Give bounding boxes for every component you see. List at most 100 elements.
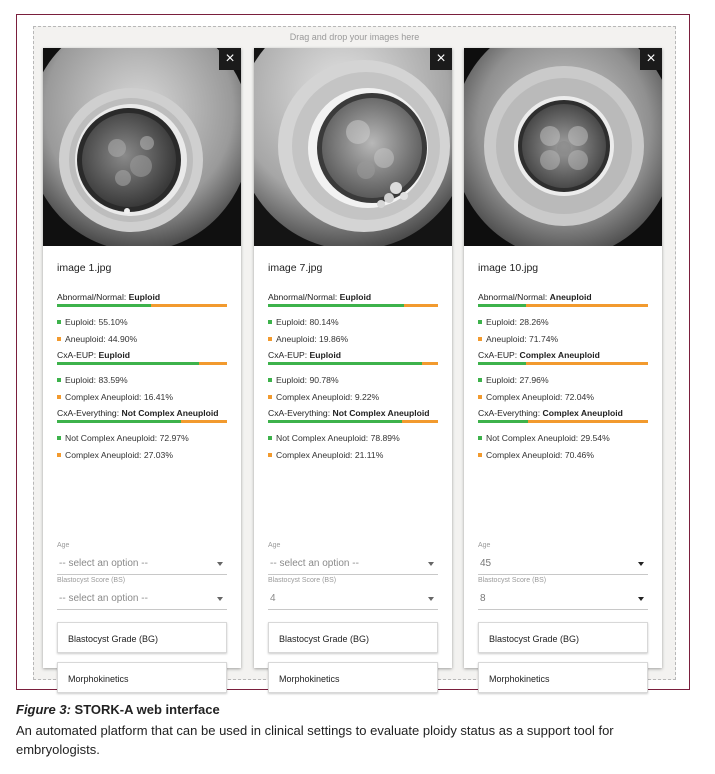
morphokinetics-button[interactable]: Morphokinetics <box>57 662 227 693</box>
probability-item: Complex Aneuploid: 72.04% <box>478 392 594 402</box>
embryo-image-1 <box>43 48 241 246</box>
orange-square-icon <box>478 337 482 341</box>
orange-square-icon <box>478 395 482 399</box>
cxa-everything-probability-bar <box>268 420 438 423</box>
probability-item: Euploid: 90.78% <box>268 375 339 385</box>
blastocyst-score-value: 8 <box>480 593 486 604</box>
blastocyst-score-label: Blastocyst Score (BS) <box>268 577 337 584</box>
probability-item: Euploid: 28.26% <box>478 317 549 327</box>
cxa-everything-section-title: CxA-Everything: Complex Aneuploid <box>478 408 623 418</box>
blastocyst-score-label: Blastocyst Score (BS) <box>57 577 126 584</box>
green-square-icon <box>268 320 272 324</box>
embryo-card-3: × image 10.jpg Abnormal/Normal: Aneuploi… <box>464 48 662 693</box>
probability-item: Euploid: 55.10% <box>57 317 128 327</box>
cxa-eup-section-title: CxA-EUP: Complex Aneuploid <box>478 350 600 360</box>
probability-item: Complex Aneuploid: 16.41% <box>57 392 173 402</box>
probability-item: Complex Aneuploid: 70.46% <box>478 450 594 460</box>
probability-item: Euploid: 27.96% <box>478 375 549 385</box>
ploidy-probability-bar <box>478 304 648 307</box>
green-square-icon <box>57 378 61 382</box>
blastocyst-score-select[interactable]: 4 <box>268 589 438 610</box>
embryo-image-3 <box>464 48 662 246</box>
age-select-value: 45 <box>480 558 492 569</box>
probability-bar-fill <box>478 362 526 365</box>
probability-bar-fill <box>268 362 423 365</box>
blastocyst-score-value: 4 <box>270 593 276 604</box>
probability-item: Aneuploid: 44.90% <box>57 334 137 344</box>
blastocyst-score-label: Blastocyst Score (BS) <box>478 577 547 584</box>
probability-item: Complex Aneuploid: 9.22% <box>268 392 379 402</box>
green-square-icon <box>478 320 482 324</box>
embryo-image-2 <box>254 48 452 246</box>
probability-item: Not Complex Aneuploid: 72.97% <box>57 433 189 443</box>
cxa-eup-section-title: CxA-EUP: Euploid <box>57 350 131 360</box>
close-icon[interactable]: × <box>430 48 452 70</box>
age-select-value: -- select an option -- <box>59 558 148 569</box>
probability-item: Complex Aneuploid: 27.03% <box>57 450 173 460</box>
probability-item: Euploid: 83.59% <box>57 375 128 385</box>
probability-bar-fill <box>478 304 527 307</box>
cxa-eup-probability-bar <box>478 362 648 365</box>
chevron-down-icon <box>217 562 223 566</box>
figure-caption-text: An automated platform that can be used i… <box>16 723 614 757</box>
green-square-icon <box>478 436 482 440</box>
green-square-icon <box>268 436 272 440</box>
age-select-value: -- select an option -- <box>270 558 359 569</box>
ploidy-section-title: Abnormal/Normal: Euploid <box>268 292 372 302</box>
green-square-icon <box>478 378 482 382</box>
age-select[interactable]: -- select an option -- <box>57 554 227 575</box>
orange-square-icon <box>57 395 61 399</box>
orange-square-icon <box>268 453 272 457</box>
blastocyst-score-select[interactable]: 8 <box>478 589 648 610</box>
cxa-everything-probability-bar <box>478 420 648 423</box>
orange-square-icon <box>57 453 61 457</box>
probability-bar-fill <box>57 304 151 307</box>
green-square-icon <box>57 320 61 324</box>
embryo-card-2: × image 7.jpg Abnormal/Normal: Euploid E… <box>254 48 452 693</box>
dropzone-label: Drag and drop your images here <box>289 32 420 42</box>
embryo-card-1: × image 1.jpg Abnormal/Normal: Euploid E… <box>43 48 241 693</box>
probability-item: Euploid: 80.14% <box>268 317 339 327</box>
probability-bar-fill <box>57 420 182 423</box>
age-label: Age <box>478 542 491 549</box>
cxa-eup-probability-bar <box>268 362 438 365</box>
green-square-icon <box>268 378 272 382</box>
ploidy-probability-bar <box>268 304 438 307</box>
image-filename: image 7.jpg <box>268 262 323 274</box>
cxa-everything-section-title: CxA-Everything: Not Complex Aneuploid <box>57 408 219 418</box>
green-square-icon <box>57 436 61 440</box>
age-select[interactable]: -- select an option -- <box>268 554 438 575</box>
probability-bar-fill <box>268 420 403 423</box>
blastocyst-grade-button[interactable]: Blastocyst Grade (BG) <box>268 622 438 653</box>
blastocyst-score-select[interactable]: -- select an option -- <box>57 589 227 610</box>
probability-item: Complex Aneuploid: 21.11% <box>268 450 383 460</box>
ploidy-section-title: Abnormal/Normal: Euploid <box>57 292 161 302</box>
probability-item: Not Complex Aneuploid: 29.54% <box>478 433 610 443</box>
morphokinetics-button[interactable]: Morphokinetics <box>478 662 648 693</box>
close-icon[interactable]: × <box>640 48 662 70</box>
probability-item: Aneuploid: 19.86% <box>268 334 348 344</box>
orange-square-icon <box>268 395 272 399</box>
close-icon[interactable]: × <box>219 48 241 70</box>
age-label: Age <box>268 542 281 549</box>
age-select[interactable]: 45 <box>478 554 648 575</box>
orange-square-icon <box>478 453 482 457</box>
ploidy-probability-bar <box>57 304 227 307</box>
cxa-everything-section-title: CxA-Everything: Not Complex Aneuploid <box>268 408 430 418</box>
chevron-down-icon <box>428 597 434 601</box>
blastocyst-grade-button[interactable]: Blastocyst Grade (BG) <box>57 622 227 653</box>
orange-square-icon <box>268 337 272 341</box>
probability-bar-fill <box>268 304 405 307</box>
chevron-down-icon <box>638 597 644 601</box>
cxa-eup-section-title: CxA-EUP: Euploid <box>268 350 342 360</box>
probability-bar-fill <box>478 420 529 423</box>
blastocyst-grade-button[interactable]: Blastocyst Grade (BG) <box>478 622 648 653</box>
image-filename: image 10.jpg <box>478 262 539 274</box>
chevron-down-icon <box>638 562 644 566</box>
image-filename: image 1.jpg <box>57 262 112 274</box>
chevron-down-icon <box>428 562 434 566</box>
blastocyst-score-value: -- select an option -- <box>59 593 148 604</box>
morphokinetics-button[interactable]: Morphokinetics <box>268 662 438 693</box>
probability-item: Not Complex Aneuploid: 78.89% <box>268 433 400 443</box>
age-label: Age <box>57 542 70 549</box>
